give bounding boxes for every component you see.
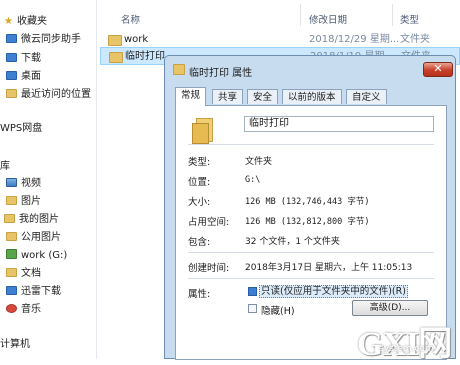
cloud-sync-icon [6,34,17,43]
close-icon: ✕ [433,62,443,75]
nav-pictures[interactable]: 图片 [0,193,41,210]
hidden-label[interactable]: 隐藏(H) [261,303,295,317]
divider [188,252,434,253]
column-divider[interactable] [300,4,301,26]
type-label: 类型: [188,157,211,168]
star-icon: ★ [4,16,13,27]
folder-name-field[interactable]: 临时打印 [244,116,434,132]
nav-my-pictures[interactable]: 我的图片 [0,211,59,228]
video-library-icon [6,178,17,187]
tab-sharing[interactable]: 共享 [212,89,244,104]
nav-public-pictures[interactable]: 公用图片 [0,229,61,246]
location-value: G:\ [245,175,261,185]
folder-icon [173,64,185,75]
nav-thunder-downloads[interactable]: 迅雷下载 [0,283,61,300]
nav-wps-cloud[interactable]: WPS网盘 [0,120,42,137]
folder-icon [109,52,123,63]
thunder-download-icon [6,286,17,295]
site-watermark: GXI网 system.com [355,316,459,363]
drive-icon [6,249,17,259]
music-library-icon [6,304,17,313]
watermark-domain: system.com [379,344,434,354]
column-header-date[interactable]: 修改日期 [309,12,347,26]
nav-recent-places[interactable]: 最近访问的位置 [0,86,91,103]
tab-security[interactable]: 安全 [247,89,279,104]
size-on-disk-label: 占用空间: [188,217,230,228]
nav-downloads[interactable]: 下载 [0,50,41,67]
created-label: 创建时间: [188,263,230,274]
desktop-icon [6,71,17,80]
navigation-pane: ★ 收藏夹 微云同步助手 下载 桌面 最近访问的位置 WPS网盘 库 视频 图片 … [0,0,97,359]
dialog-titlebar[interactable]: 临时打印 属性 ✕ [165,56,455,84]
nav-music[interactable]: 音乐 [0,301,41,318]
pictures-library-icon [6,196,17,205]
advanced-button[interactable]: 高级(D)... [352,300,428,316]
location-label: 位置: [188,177,211,188]
contains-label: 包含: [188,237,211,248]
tab-customize[interactable]: 自定义 [346,89,387,104]
divider [188,278,434,279]
column-header-type[interactable]: 类型 [400,12,419,26]
nav-computer[interactable]: 计算机 [0,336,30,353]
readonly-checkbox[interactable] [248,287,257,296]
nav-libraries[interactable]: 库 [0,158,10,175]
column-header-name[interactable]: 名称 [121,12,140,26]
nav-work-drive[interactable]: work (G:) [0,247,67,264]
nav-cloud-sync[interactable]: 微云同步助手 [0,31,81,48]
recent-places-icon [6,89,17,98]
type-value: 文件夹 [245,157,273,167]
nav-desktop[interactable]: 桌面 [0,68,41,85]
contains-value: 32 个文件，1 个文件夹 [245,237,340,247]
tab-general[interactable]: 常规 [175,87,207,106]
watermark-logo: GXI网 [357,326,452,363]
nav-documents[interactable]: 文档 [0,265,41,282]
size-value: 126 MB (132,746,443 字节) [245,197,370,207]
public-pictures-icon [6,232,17,241]
download-folder-icon [6,53,17,62]
nav-videos[interactable]: 视频 [0,175,41,192]
file-list-header: 名称 修改日期 类型 [97,0,460,30]
divider [188,144,434,145]
folder-icon [192,118,213,144]
hidden-checkbox[interactable] [248,304,257,313]
column-divider[interactable] [392,4,393,26]
close-button[interactable]: ✕ [423,62,453,77]
size-on-disk-value: 126 MB (132,812,800 字节) [245,217,370,227]
nav-favorites[interactable]: ★ 收藏夹 [0,13,47,30]
size-label: 大小: [188,197,211,208]
dialog-title: 临时打印 属性 [189,68,253,79]
my-pictures-icon [4,214,15,223]
documents-library-icon [6,268,17,277]
tab-previous-versions[interactable]: 以前的版本 [282,89,342,104]
attributes-label: 属性: [188,289,211,300]
properties-dialog: 临时打印 属性 ✕ 常规 共享 安全 以前的版本 自定义 临时打印 类型: 文件… [164,55,456,360]
folder-icon [108,35,122,46]
readonly-label[interactable]: 只读(仅应用于文件夹中的文件)(R) [259,285,408,298]
created-value: 2018年3月17日 星期六，上午 11:05:13 [245,263,413,273]
